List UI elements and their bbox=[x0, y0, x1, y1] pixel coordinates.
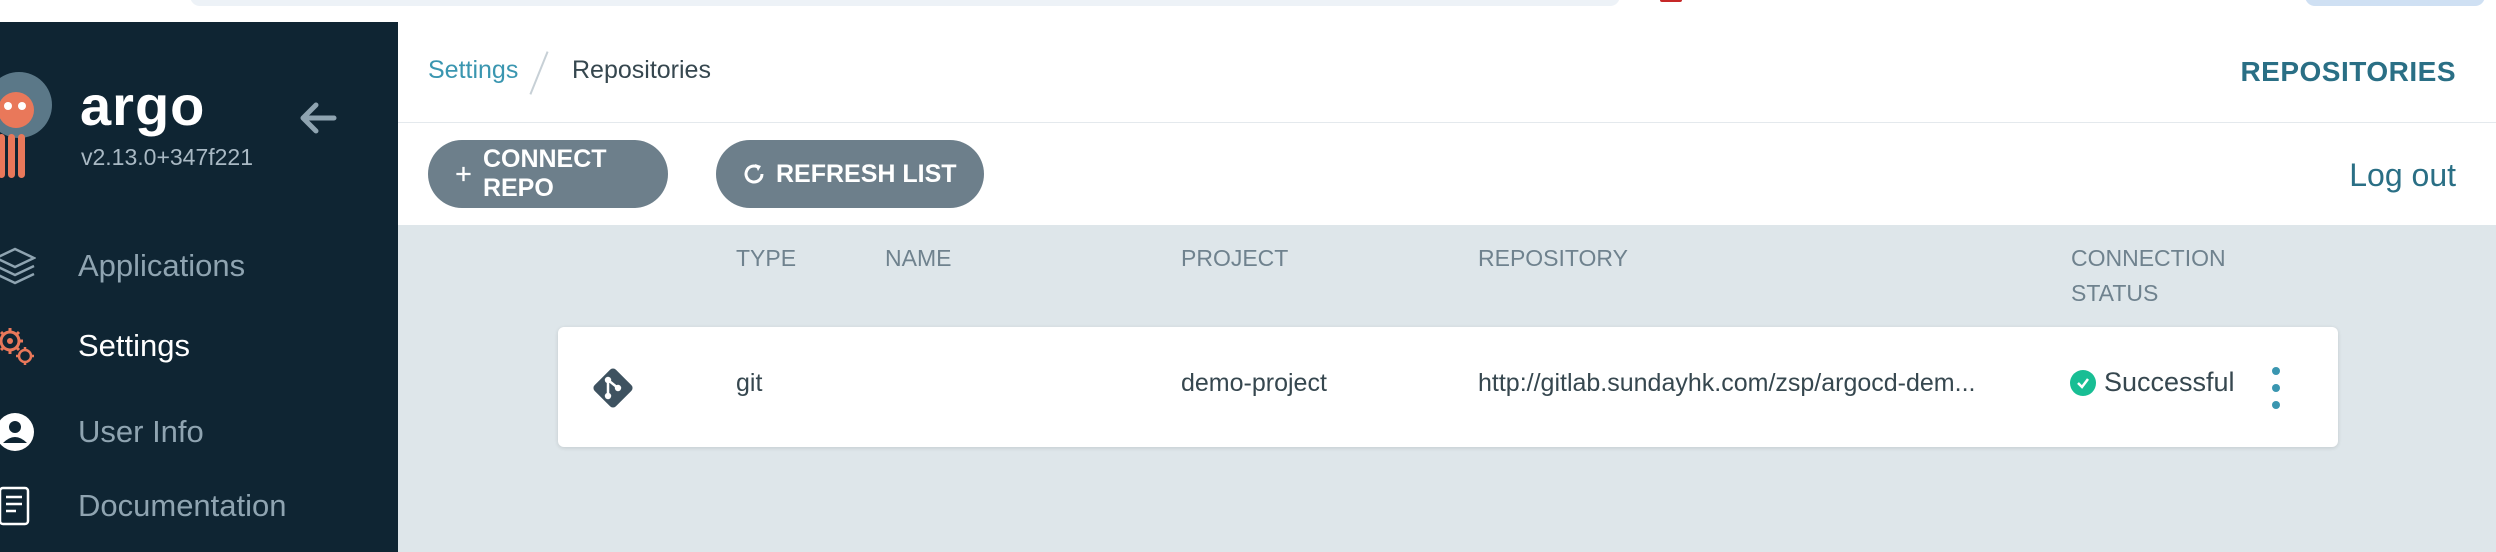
row-actions-menu-icon[interactable] bbox=[2266, 367, 2286, 409]
browser-profile-button[interactable] bbox=[2305, 0, 2485, 6]
toolbar: CONNECT REPO REFRESH LIST Log out bbox=[398, 123, 2496, 225]
refresh-list-label: REFRESH LIST bbox=[776, 159, 957, 188]
sidebar-item-label: Documentation bbox=[78, 488, 287, 523]
argo-logo-icon bbox=[0, 72, 52, 138]
row-project: demo-project bbox=[1181, 369, 1327, 397]
sidebar-item-label: Settings bbox=[78, 328, 191, 363]
sidebar-item-settings[interactable]: Settings bbox=[0, 316, 398, 376]
check-circle-icon bbox=[2070, 369, 2096, 396]
breadcrumb-separator bbox=[529, 51, 549, 95]
sidebar-item-documentation[interactable]: Documentation bbox=[0, 476, 398, 536]
refresh-icon bbox=[744, 164, 764, 184]
connect-repo-label: CONNECT REPO bbox=[482, 145, 607, 202]
connection-status-label: Successful bbox=[2104, 367, 2235, 397]
sidebar-item-applications[interactable]: Applications bbox=[0, 236, 398, 296]
column-header-type: TYPE bbox=[736, 245, 797, 271]
column-header-repository: REPOSITORY bbox=[1478, 245, 1628, 271]
column-header-status-line1: CONNECTION bbox=[2071, 245, 2226, 271]
logout-link[interactable]: Log out bbox=[2349, 157, 2456, 194]
git-icon bbox=[593, 368, 633, 408]
sidebar-item-label: User Info bbox=[78, 414, 204, 449]
row-type: git bbox=[736, 369, 763, 397]
sidebar: argo v2.13.0+347f221 Applications Settin… bbox=[0, 22, 398, 552]
collapse-sidebar-arrow-icon[interactable] bbox=[296, 96, 340, 140]
top-bar: Settings Repositories REPOSITORIES bbox=[398, 22, 2496, 123]
argo-logo-tentacles-icon bbox=[0, 134, 36, 178]
column-header-name: NAME bbox=[885, 245, 952, 271]
main-panel: Settings Repositories REPOSITORIES CONNE… bbox=[398, 22, 2496, 552]
version-label: v2.13.0+347f221 bbox=[81, 144, 254, 170]
repositories-list: TYPE NAME PROJECT REPOSITORY CONNECTION … bbox=[398, 225, 2496, 552]
page-title: REPOSITORIES bbox=[2240, 56, 2456, 87]
row-repository: http://gitlab.sundayhk.com/zsp/argocd-de… bbox=[1478, 369, 1976, 397]
connect-repo-button[interactable]: CONNECT REPO bbox=[428, 140, 668, 208]
sidebar-item-user-info[interactable]: User Info bbox=[0, 402, 398, 462]
table-row[interactable]: git demo-project http://gitlab.sundayhk.… bbox=[558, 327, 2338, 447]
refresh-list-button[interactable]: REFRESH LIST bbox=[716, 140, 984, 208]
layers-icon bbox=[0, 247, 36, 285]
breadcrumb-current: Repositories bbox=[572, 56, 711, 84]
browser-top-strip bbox=[0, 0, 2496, 24]
gears-icon bbox=[0, 328, 34, 365]
column-header-status-line2: STATUS bbox=[2071, 280, 2159, 306]
user-circle-icon bbox=[0, 413, 34, 451]
column-header-project: PROJECT bbox=[1181, 245, 1289, 271]
connection-status: Successful bbox=[2070, 367, 2235, 398]
book-icon bbox=[0, 486, 30, 526]
brand-name: argo bbox=[80, 74, 206, 137]
address-bar[interactable] bbox=[190, 0, 1620, 6]
column-header-connection-status: CONNECTION STATUS bbox=[2071, 241, 2226, 311]
plus-icon bbox=[456, 166, 471, 182]
breadcrumb-settings-link[interactable]: Settings bbox=[428, 56, 518, 85]
sidebar-item-label: Applications bbox=[78, 248, 246, 283]
browser-extension-icon[interactable] bbox=[1660, 0, 1682, 2]
